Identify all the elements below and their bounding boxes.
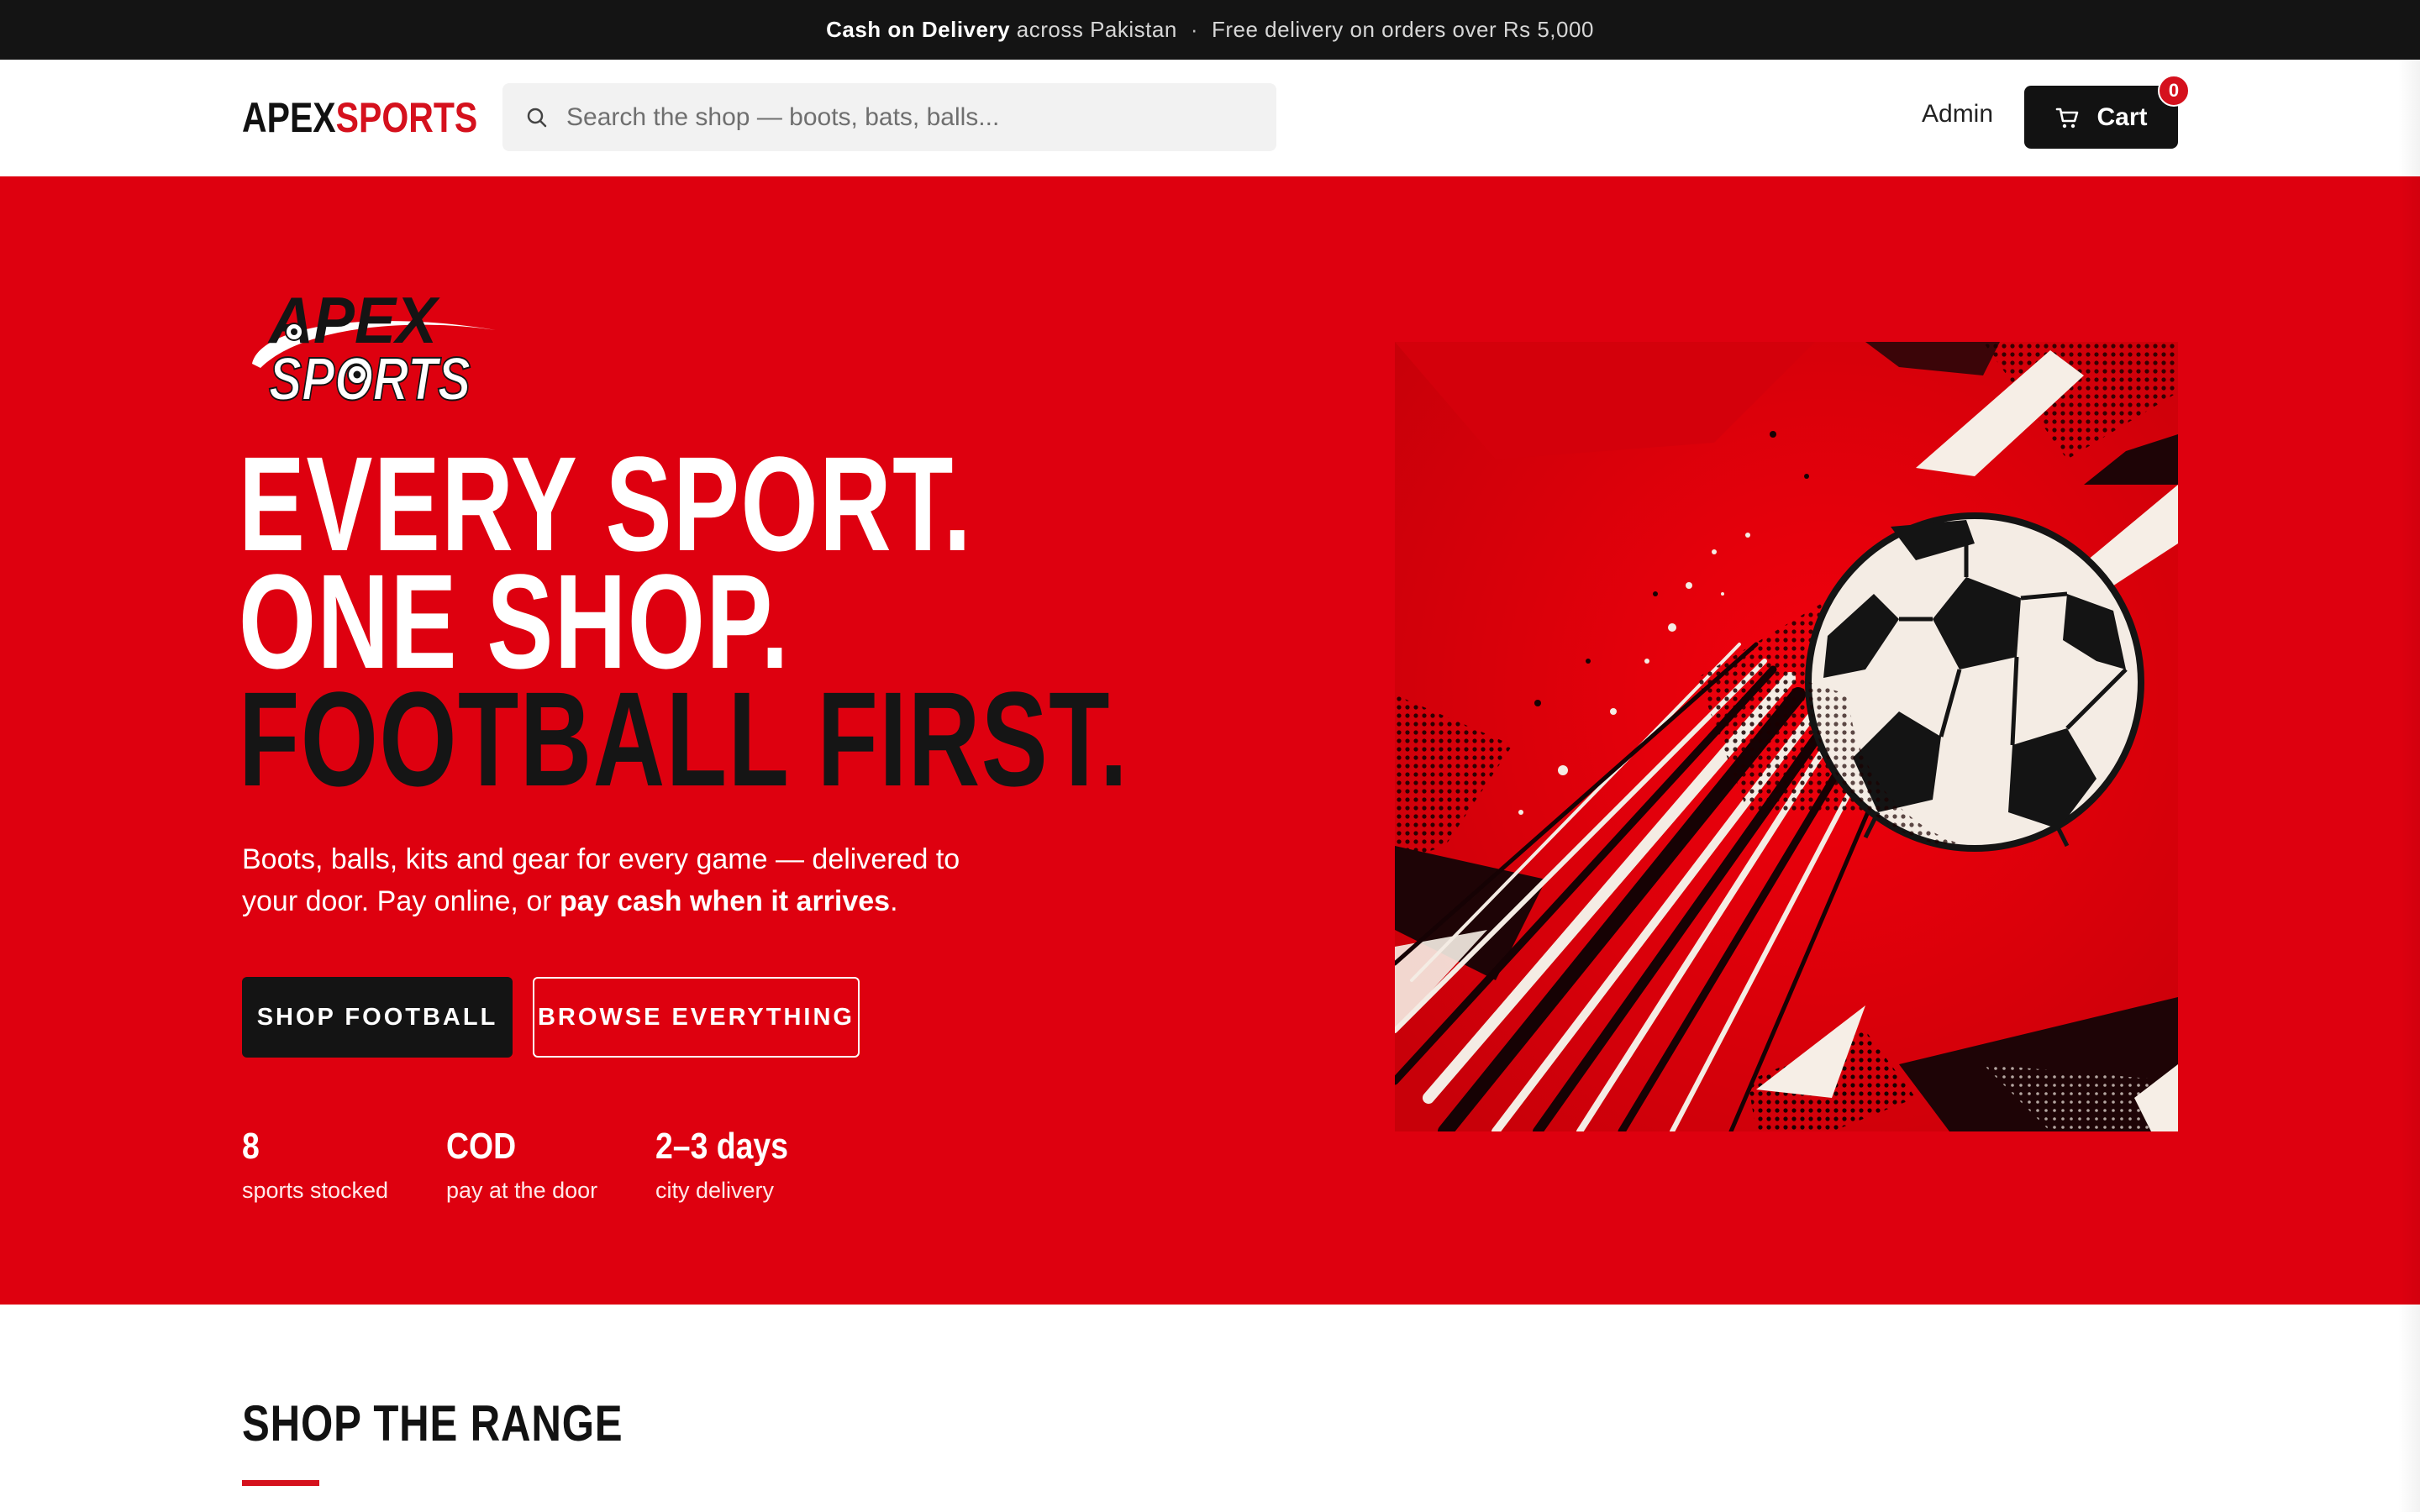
logo-sports: SPORTS bbox=[335, 94, 478, 141]
stat-label: pay at the door bbox=[446, 1178, 598, 1203]
headline-line-2: ONE SHOP. bbox=[239, 546, 790, 696]
announcement-cod: Cash on Delivery bbox=[826, 17, 1011, 42]
hero-logo: APEX SPORTS bbox=[244, 276, 496, 414]
browse-everything-button[interactable]: BROWSE EVERYTHING bbox=[533, 977, 860, 1058]
cart-label: Cart bbox=[2096, 102, 2148, 131]
search-input[interactable] bbox=[566, 102, 1255, 132]
stat-sports: 8 sports stocked bbox=[242, 1126, 388, 1204]
cart-button[interactable]: Cart bbox=[2024, 86, 2178, 149]
search-bar[interactable] bbox=[502, 83, 1276, 151]
stat-label: sports stocked bbox=[242, 1178, 389, 1203]
hero-football-image bbox=[1395, 342, 2178, 1131]
admin-link[interactable]: Admin bbox=[1922, 100, 1993, 129]
logo-apex: APEX bbox=[242, 94, 336, 141]
site-logo[interactable]: APEXSPORTS bbox=[242, 93, 477, 142]
section-title-underline bbox=[242, 1480, 319, 1486]
hero-subtitle-end: . bbox=[890, 885, 898, 917]
stat-cod: COD pay at the door bbox=[446, 1126, 597, 1204]
football-icon bbox=[1805, 512, 2144, 852]
headline-line-3: FOOTBALL FIRST. bbox=[239, 664, 1129, 814]
search-icon bbox=[526, 107, 548, 129]
hero-subtitle-bold: pay cash when it arrives bbox=[560, 885, 891, 917]
hero-headline: EVERY SPORT. ONE SHOP. FOOTBALL FIRST. bbox=[239, 428, 1129, 814]
site-header: APEXSPORTS Admin Cart bbox=[0, 60, 2420, 176]
announcement-free-delivery: Free delivery on orders over Rs 5,000 bbox=[1211, 17, 1594, 42]
announcement-text: across Pakistan bbox=[1010, 17, 1177, 42]
svg-text:SPORTS: SPORTS bbox=[269, 346, 471, 410]
stat-label: city delivery bbox=[655, 1178, 775, 1203]
shop-football-button[interactable]: SHOP FOOTBALL bbox=[242, 977, 513, 1058]
hero-section: APEX SPORTS EVERY SPORT. ONE SHOP. FOOTB… bbox=[0, 176, 2420, 1305]
scrollbar-shadow bbox=[2398, 60, 2420, 1512]
cart-icon bbox=[2054, 105, 2080, 130]
section-title: SHOP THE RANGE bbox=[242, 1395, 623, 1452]
stat-value: COD bbox=[446, 1126, 517, 1167]
stat-value: 8 bbox=[242, 1126, 260, 1167]
cart-count-badge: 0 bbox=[2158, 75, 2190, 107]
hero-subtitle: Boots, balls, kits and gear for every ga… bbox=[242, 838, 998, 922]
announcement-bar: Cash on Delivery across Pakistan · Free … bbox=[0, 0, 2420, 60]
announcement-separator: · bbox=[1190, 17, 1198, 42]
stat-delivery: 2–3 days city delivery bbox=[655, 1126, 812, 1204]
headline-line-1: EVERY SPORT. bbox=[239, 428, 973, 579]
stat-value: 2–3 days bbox=[655, 1126, 789, 1167]
